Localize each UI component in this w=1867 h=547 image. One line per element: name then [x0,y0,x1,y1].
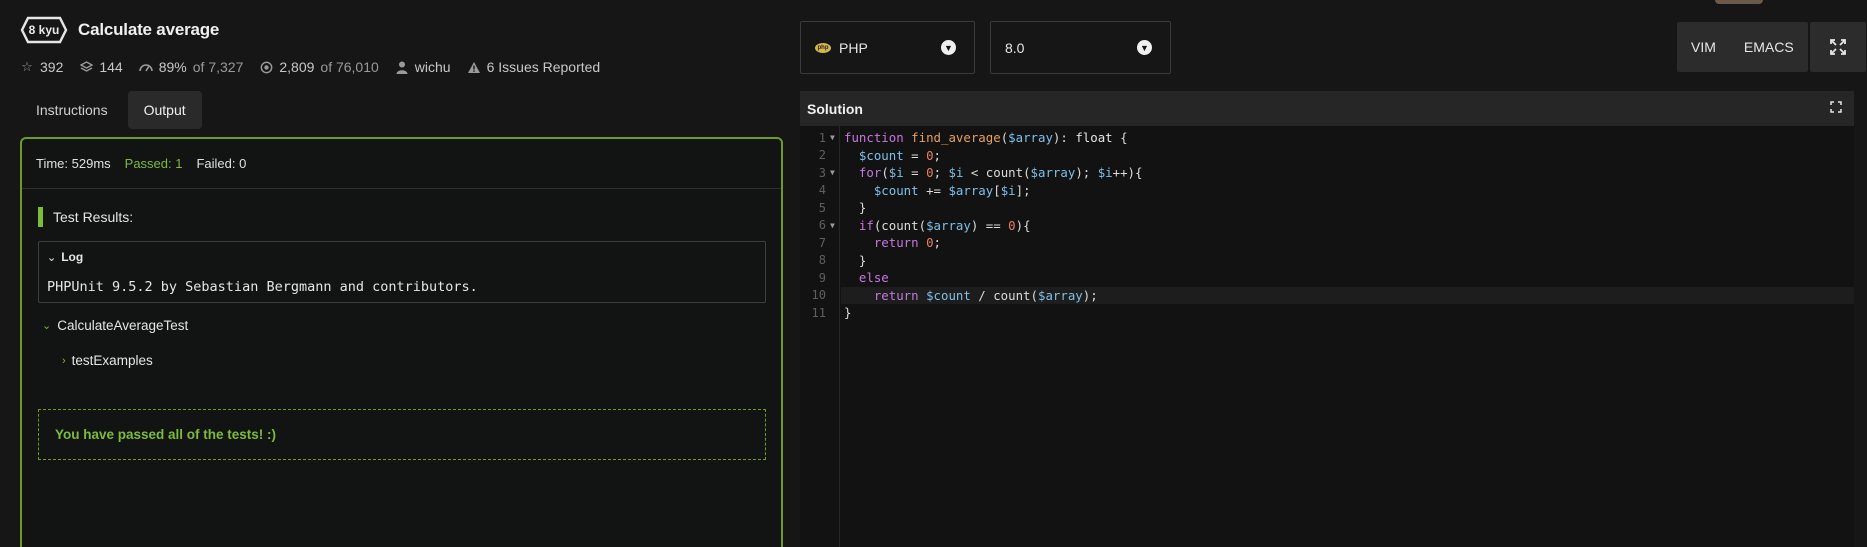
line-number: 10 [811,288,826,303]
issues-label: 6 Issues Reported [486,59,601,75]
completed-value: 2,809 [279,59,315,75]
stars-count: 392 [40,59,64,75]
line-number: 11 [811,305,826,320]
stat-author[interactable]: wichu [395,59,451,75]
fold-arrow-icon[interactable]: ▼ [830,221,835,230]
kata-stats: ☆ 392 144 89% of 7,327 2,809 of 76,010 w… [20,59,600,75]
author-name: wichu [414,59,451,75]
solution-header: Solution [800,91,1854,126]
stat-satisfaction: 89% of 7,327 [138,59,244,75]
vim-button[interactable]: VIM [1677,22,1730,72]
user-icon [395,61,409,74]
expand-icon[interactable] [1830,101,1842,116]
code-line[interactable]: 7 return 0; [800,234,1854,252]
php-logo-icon: php [815,42,831,53]
test-suite-item[interactable]: ⌄ CalculateAverageTest [42,318,188,333]
layers-icon [79,60,93,74]
line-number: 3 [818,165,826,180]
test-case-label: testExamples [71,353,153,368]
editor-mode-bar: VIM EMACS [1677,22,1866,72]
collections-count: 144 [99,59,123,75]
emacs-button[interactable]: EMACS [1730,22,1808,72]
test-summary-bar: Time: 529ms Passed: 1 Failed: 0 [22,139,781,189]
stat-stars[interactable]: ☆ 392 [20,59,63,75]
solution-title: Solution [807,100,863,117]
line-number: 8 [818,253,826,268]
completed-icon [259,61,273,74]
line-number: 5 [818,200,826,215]
code-line[interactable]: 10 return $count / count($array); [800,287,1854,305]
tab-instructions[interactable]: Instructions [20,91,124,129]
line-number: 4 [818,183,826,198]
pass-message: You have passed all of the tests! :) [38,409,766,460]
log-label: Log [61,250,84,264]
tab-bar: Instructions Output [20,91,202,129]
code-line[interactable]: 5 } [800,199,1854,217]
code-line[interactable]: 2 $count = 0; [800,147,1854,165]
chevron-down-icon: ⌄ [47,251,57,264]
results-accent-bar [38,207,43,227]
satisfaction-value: 89% [158,59,187,75]
chevron-right-icon: › [62,354,66,367]
kata-title[interactable]: Calculate average [78,20,219,40]
satisfaction-icon [138,62,153,72]
fold-arrow-icon[interactable]: ▼ [830,168,835,177]
code-line[interactable]: 3 ▼ for($i = 0; $i < count($array); $i++… [800,164,1854,182]
test-results-heading: Test Results: [38,207,133,227]
fold-arrow-icon[interactable]: ▼ [830,133,835,142]
fullscreen-icon [1829,39,1846,55]
line-number: 9 [818,270,826,285]
chevron-down-icon: ⌄ [42,320,52,332]
fullscreen-button[interactable] [1809,22,1866,72]
log-text: PHPUnit 9.5.2 by Sebastian Bergmann and … [47,279,478,295]
log-toggle[interactable]: ⌄ Log [47,250,83,264]
right-panel: php PHP ▼ 8.0 ▼ VIM EMACS Solution 1 ▼ f… [800,0,1867,547]
code-line[interactable]: 1 ▼ function find_average($array): float… [800,129,1854,147]
failed-label: Failed: 0 [196,156,247,171]
passed-label: Passed: 1 [124,156,183,171]
stat-completed: 2,809 of 76,010 [259,59,379,75]
warning-icon [467,61,481,74]
code-line[interactable]: 4 $count += $array[$i]; [800,182,1854,200]
rank-badge: 8 kyu [20,16,68,44]
satisfaction-total: of 7,327 [192,59,244,75]
tab-output[interactable]: Output [127,91,202,129]
rank-label: 8 kyu [28,23,60,37]
line-number: 2 [818,148,826,163]
test-case-item[interactable]: › testExamples [62,353,153,368]
code-line[interactable]: 9 else [800,269,1854,287]
line-number: 1 [818,130,826,145]
test-suite-label: CalculateAverageTest [57,318,189,333]
code-line[interactable]: 6 ▼ if(count($array) == 0){ [800,217,1854,235]
code-line[interactable]: 11 } [800,304,1854,322]
results-title: Test Results: [53,209,134,225]
kata-header: 8 kyu Calculate average [20,16,219,44]
line-number: 7 [818,235,826,250]
stat-collections[interactable]: 144 [79,59,123,75]
chevron-down-icon: ▼ [941,40,956,55]
version-value: 8.0 [1005,39,1025,56]
keybinding-group: VIM EMACS [1677,22,1808,72]
left-panel: 8 kyu Calculate average ☆ 392 144 89% of… [0,0,790,547]
log-box: ⌄ Log PHPUnit 9.5.2 by Sebastian Bergman… [38,241,766,303]
time-label: Time: 529ms [36,156,111,171]
language-value: PHP [839,39,868,56]
code-line[interactable]: 8 } [800,252,1854,270]
code-editor[interactable]: 1 ▼ function find_average($array): float… [800,126,1854,547]
version-select[interactable]: 8.0 ▼ [990,21,1171,74]
stat-issues[interactable]: 6 Issues Reported [467,59,601,75]
line-number: 6 [818,218,826,233]
completed-total: of 76,010 [320,59,379,75]
chevron-down-icon: ▼ [1137,40,1152,55]
language-select[interactable]: php PHP ▼ [800,21,975,74]
star-icon: ☆ [21,59,33,74]
output-panel: Time: 529ms Passed: 1 Failed: 0 Test Res… [20,137,783,547]
